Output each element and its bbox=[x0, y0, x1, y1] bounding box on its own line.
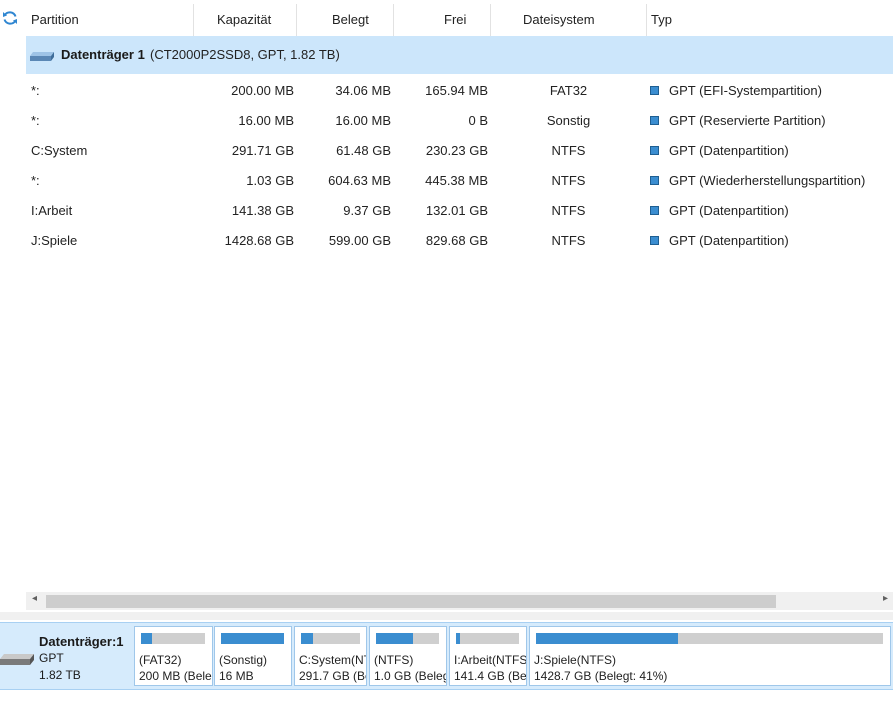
usage-fill bbox=[221, 633, 284, 644]
disk-detail: (CT2000P2SSD8, GPT, 1.82 TB) bbox=[150, 47, 340, 62]
scroll-left-icon[interactable]: ◂ bbox=[32, 593, 37, 604]
cell-filesystem: NTFS bbox=[551, 143, 586, 158]
cell-type: GPT (Wiederherstellungspartition) bbox=[669, 173, 866, 188]
usage-fill bbox=[456, 633, 461, 644]
cell-free: 445.38 MB bbox=[425, 173, 488, 188]
disk-map-size: 1.82 TB bbox=[39, 668, 81, 682]
cell-partition[interactable]: C:System bbox=[31, 136, 87, 166]
column-separator[interactable] bbox=[393, 4, 394, 36]
refresh-icon[interactable] bbox=[2, 10, 18, 26]
pane-divider[interactable] bbox=[0, 612, 893, 620]
usage-bar bbox=[536, 633, 883, 644]
usage-fill bbox=[536, 633, 679, 644]
scroll-right-icon[interactable]: ▸ bbox=[883, 593, 888, 604]
partition-block-label: (NTFS) bbox=[374, 653, 414, 667]
cell-capacity: 200.00 MB bbox=[231, 83, 294, 98]
square-icon bbox=[650, 116, 659, 125]
cell-free: 230.23 GB bbox=[425, 143, 488, 158]
cell-partition[interactable]: *: bbox=[31, 166, 40, 196]
cell-capacity: 1428.68 GB bbox=[224, 233, 294, 248]
cell-used: 604.63 MB bbox=[328, 173, 391, 188]
disk-title: Datenträger 1 bbox=[61, 47, 145, 62]
cell-partition[interactable]: J:Spiele bbox=[31, 226, 77, 256]
square-icon bbox=[650, 86, 659, 95]
usage-bar bbox=[141, 633, 205, 644]
disk-map-type: GPT bbox=[39, 651, 64, 665]
cell-used: 16.00 MB bbox=[335, 113, 391, 128]
cell-type: GPT (Reservierte Partition) bbox=[669, 113, 826, 128]
square-icon bbox=[650, 146, 659, 155]
cell-free: 165.94 MB bbox=[425, 83, 488, 98]
square-icon bbox=[650, 176, 659, 185]
cell-type: GPT (Datenpartition) bbox=[669, 143, 789, 158]
usage-fill bbox=[376, 633, 414, 644]
partition-block-size: 141.4 GB (Belegt: 7%) bbox=[454, 669, 527, 683]
cell-type: GPT (Datenpartition) bbox=[669, 233, 789, 248]
column-free[interactable]: Frei bbox=[444, 0, 466, 36]
partition-block[interactable]: (FAT32) 200 MB (Belegt: 17%) bbox=[134, 626, 213, 686]
partition-block-size: 291.7 GB (Belegt: 21%) bbox=[299, 669, 366, 683]
column-capacity[interactable]: Kapazität bbox=[217, 0, 271, 36]
cell-capacity: 1.03 GB bbox=[246, 173, 294, 188]
hard-disk-icon bbox=[30, 52, 54, 61]
cell-filesystem: Sonstig bbox=[546, 113, 591, 128]
cell-free: 132.01 GB bbox=[425, 203, 488, 218]
scrollbar-thumb[interactable] bbox=[46, 595, 776, 608]
partition-block-label: I:Arbeit(NTFS) bbox=[454, 653, 527, 667]
cell-partition[interactable]: *: bbox=[31, 76, 40, 106]
cell-type: GPT (Datenpartition) bbox=[669, 203, 789, 218]
cell-used: 9.37 GB bbox=[343, 203, 391, 218]
cell-filesystem: NTFS bbox=[551, 173, 586, 188]
column-separator[interactable] bbox=[646, 4, 647, 36]
partition-block[interactable]: (Sonstig) 16 MB bbox=[214, 626, 292, 686]
partition-block[interactable]: J:Spiele(NTFS) 1428.7 GB (Belegt: 41%) bbox=[529, 626, 891, 686]
usage-fill bbox=[141, 633, 152, 644]
column-used[interactable]: Belegt bbox=[332, 0, 369, 36]
cell-filesystem: NTFS bbox=[551, 203, 586, 218]
partition-block-label: (Sonstig) bbox=[219, 653, 268, 667]
partition-block-size: 1428.7 GB (Belegt: 41%) bbox=[534, 669, 668, 683]
cell-capacity: 291.71 GB bbox=[231, 143, 294, 158]
hard-disk-icon bbox=[0, 654, 34, 665]
partition-block-size: 200 MB (Belegt: 17%) bbox=[139, 669, 212, 683]
cell-used: 599.00 GB bbox=[328, 233, 391, 248]
partition-block-label: C:System(NTFS) bbox=[299, 653, 366, 667]
disk-map-title: Datenträger:1 bbox=[39, 634, 124, 649]
cell-type: GPT (EFI-Systempartition) bbox=[669, 83, 822, 98]
partition-block-label: (FAT32) bbox=[139, 653, 182, 667]
cell-free: 0 B bbox=[468, 113, 488, 128]
partition-block[interactable]: (NTFS) 1.0 GB (Belegt: 59%) bbox=[369, 626, 447, 686]
column-filesystem[interactable]: Dateisystem bbox=[523, 0, 595, 36]
partition-block[interactable]: I:Arbeit(NTFS) 141.4 GB (Belegt: 7%) bbox=[449, 626, 527, 686]
partition-block-size: 1.0 GB (Belegt: 59%) bbox=[374, 669, 446, 683]
column-separator[interactable] bbox=[193, 4, 194, 36]
usage-bar bbox=[376, 633, 439, 644]
usage-fill bbox=[301, 633, 314, 644]
partition-block-label: J:Spiele(NTFS) bbox=[534, 653, 617, 667]
cell-capacity: 141.38 GB bbox=[231, 203, 294, 218]
cell-capacity: 16.00 MB bbox=[238, 113, 294, 128]
cell-partition[interactable]: *: bbox=[31, 106, 40, 136]
cell-filesystem: NTFS bbox=[551, 233, 586, 248]
cell-filesystem: FAT32 bbox=[549, 83, 588, 98]
partition-block[interactable]: C:System(NTFS) 291.7 GB (Belegt: 21%) bbox=[294, 626, 367, 686]
cell-used: 34.06 MB bbox=[335, 83, 391, 98]
square-icon bbox=[650, 206, 659, 215]
cell-used: 61.48 GB bbox=[336, 143, 391, 158]
column-partition[interactable]: Partition bbox=[31, 0, 79, 36]
usage-bar bbox=[301, 633, 360, 644]
usage-bar bbox=[221, 633, 284, 644]
column-separator[interactable] bbox=[490, 4, 491, 36]
usage-bar bbox=[456, 633, 519, 644]
cell-free: 829.68 GB bbox=[425, 233, 488, 248]
cell-partition[interactable]: I:Arbeit bbox=[31, 196, 72, 226]
partition-block-size: 16 MB bbox=[219, 669, 254, 683]
column-type[interactable]: Typ bbox=[651, 0, 672, 36]
square-icon bbox=[650, 236, 659, 245]
column-separator[interactable] bbox=[296, 4, 297, 36]
